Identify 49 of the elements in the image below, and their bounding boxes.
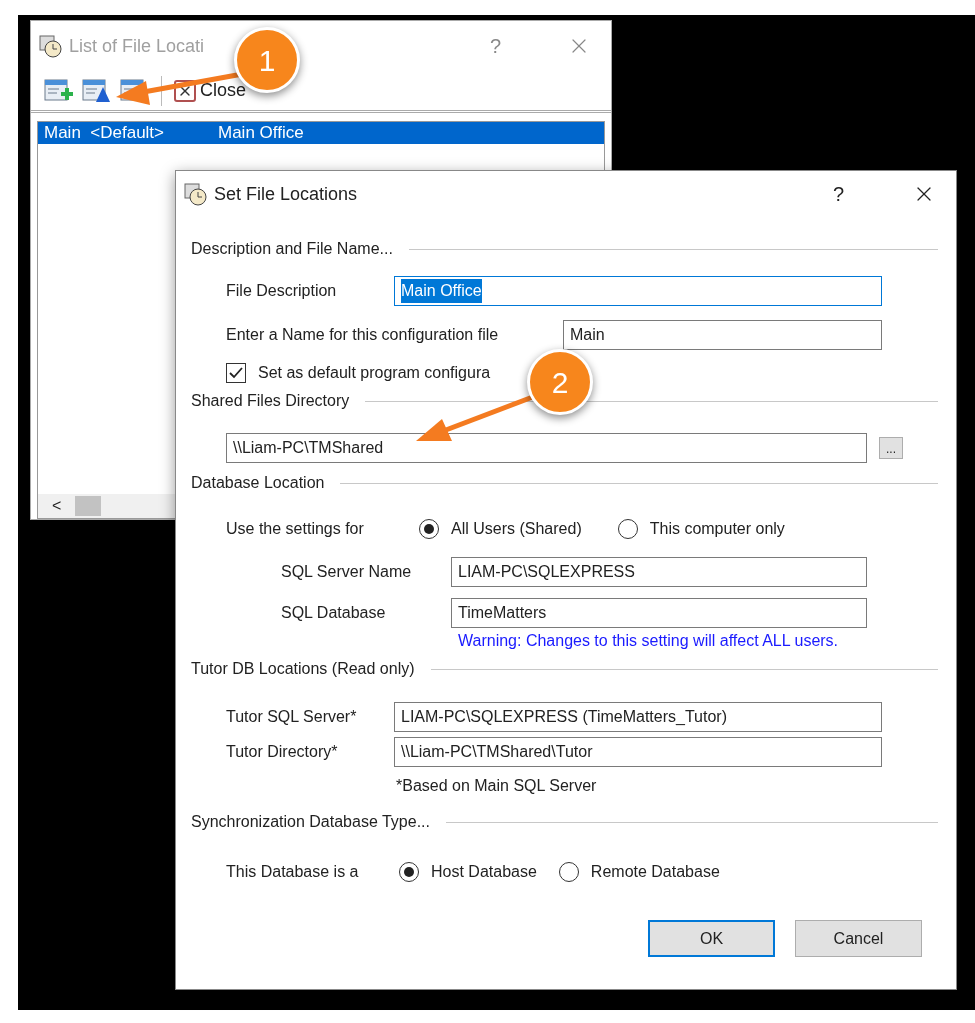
field-label: File Description	[226, 281, 338, 301]
window-title: List of File Locati	[69, 34, 205, 58]
close-icon	[174, 79, 196, 102]
clock-icon	[182, 181, 208, 207]
field-label: SQL Database	[281, 603, 387, 623]
section-heading: Synchronization Database Type...	[191, 812, 430, 832]
warning-text: Warning: Changes to this setting will affect ALL users.	[458, 631, 840, 651]
check-icon	[229, 367, 243, 379]
field-label: SQL Server Name	[281, 562, 413, 582]
footnote-text: *Based on Main SQL Server	[396, 776, 598, 796]
section-heading: Shared Files Directory	[191, 391, 350, 411]
browse-button[interactable]: ...	[879, 437, 903, 459]
radio-button[interactable]	[617, 519, 638, 539]
list-cell-text: Main <Default>	[43, 122, 165, 145]
field-label: Tutor Directory*	[226, 742, 339, 762]
text-field[interactable]: TimeMatters	[451, 598, 867, 628]
radio-label: All Users (Shared)	[451, 519, 582, 539]
clock-icon	[37, 33, 63, 59]
section-heading: Description and File Name...	[191, 239, 393, 259]
text-field[interactable]: LIAM-PC\SQLEXPRESS	[451, 557, 867, 587]
field-label: This Database is a	[226, 862, 360, 882]
edit-list-icon[interactable]	[81, 76, 111, 105]
section-heading: Tutor DB Locations (Read only)	[191, 659, 415, 679]
help-button[interactable]: ?	[489, 31, 501, 61]
dialog-title: Set File Locations	[214, 182, 358, 206]
dialog-button[interactable]: OK	[648, 920, 775, 957]
dialog-button[interactable]: Cancel	[795, 920, 922, 957]
radio-button[interactable]	[419, 519, 439, 539]
help-button[interactable]: ?	[832, 179, 844, 209]
radio-button[interactable]	[399, 862, 419, 882]
list-cell-text: Main Office	[218, 122, 304, 145]
text-field[interactable]: Main Office	[394, 276, 882, 306]
scroll-left-arrow[interactable]: <	[38, 494, 76, 518]
text-field[interactable]: \\Liam-PC\TMShared	[226, 433, 867, 463]
checkbox-label: Set as default program configura	[258, 363, 491, 383]
radio-label: This computer only	[649, 519, 785, 539]
text-field[interactable]: \\Liam-PC\TMShared\Tutor	[394, 737, 882, 767]
radio-button[interactable]	[558, 862, 579, 882]
radio-label: Remote Database	[590, 862, 720, 882]
scroll-thumb[interactable]	[75, 496, 102, 516]
text-field[interactable]: Main	[563, 320, 882, 350]
checkbox[interactable]	[226, 363, 246, 383]
field-label: Enter a Name for this configuration file	[226, 325, 500, 345]
field-label: Use the settings for	[226, 519, 365, 539]
list-row[interactable]: Main <Default> Main Office	[38, 122, 604, 144]
field-label: Tutor SQL Server*	[226, 707, 358, 727]
radio-label: Host Database	[431, 862, 537, 882]
section-heading: Database Location	[191, 473, 325, 493]
text-field[interactable]: LIAM-PC\SQLEXPRESS (TimeMatters_Tutor)	[394, 702, 882, 732]
